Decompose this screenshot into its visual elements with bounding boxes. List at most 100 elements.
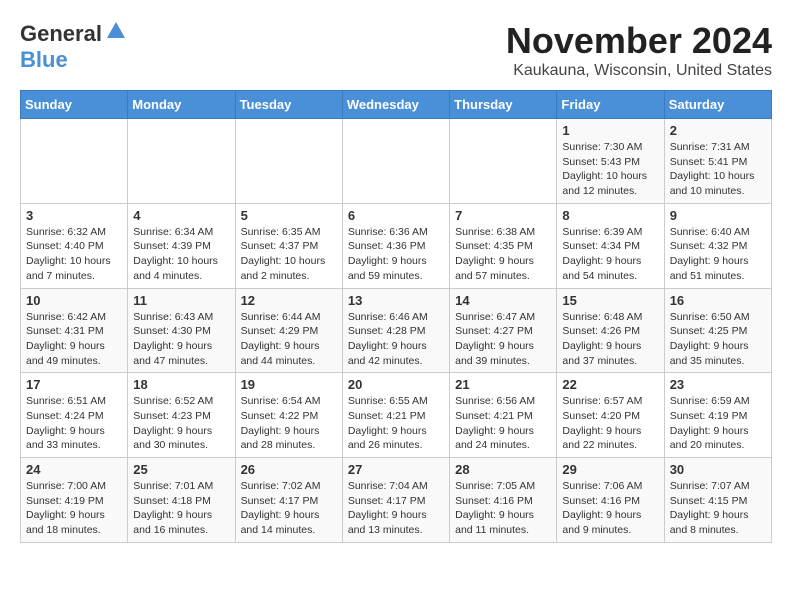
day-info: Sunrise: 6:59 AM Sunset: 4:19 PM Dayligh…	[670, 394, 766, 453]
day-number: 9	[670, 208, 766, 223]
calendar-cell: 16 Sunrise: 6:50 AM Sunset: 4:25 PM Dayli…	[664, 288, 771, 373]
calendar-cell	[342, 119, 449, 204]
day-info: Sunrise: 6:52 AM Sunset: 4:23 PM Dayligh…	[133, 394, 229, 453]
calendar-cell: 25 Sunrise: 7:01 AM Sunset: 4:18 PM Dayli…	[128, 458, 235, 543]
logo: General Blue	[20, 20, 127, 73]
day-number: 11	[133, 293, 229, 308]
calendar-cell: 23 Sunrise: 6:59 AM Sunset: 4:19 PM Dayli…	[664, 373, 771, 458]
day-number: 19	[241, 377, 337, 392]
day-number: 17	[26, 377, 122, 392]
calendar-cell: 28Sunrise: 7:05 AM Sunset: 4:16 PM Dayli…	[450, 458, 557, 543]
calendar-cell: 14 Sunrise: 6:47 AM Sunset: 4:27 PM Dayli…	[450, 288, 557, 373]
calendar-cell: 20Sunrise: 6:55 AM Sunset: 4:21 PM Dayli…	[342, 373, 449, 458]
day-info: Sunrise: 6:43 AM Sunset: 4:30 PM Dayligh…	[133, 310, 229, 369]
calendar-cell: 17 Sunrise: 6:51 AM Sunset: 4:24 PM Dayli…	[21, 373, 128, 458]
day-info: Sunrise: 6:55 AM Sunset: 4:21 PM Dayligh…	[348, 394, 444, 453]
weekday-header-thursday: Thursday	[450, 91, 557, 119]
day-info: Sunrise: 6:35 AM Sunset: 4:37 PM Dayligh…	[241, 225, 337, 284]
day-info: Sunrise: 7:31 AM Sunset: 5:41 PM Dayligh…	[670, 140, 766, 199]
calendar-cell: 12 Sunrise: 6:44 AM Sunset: 4:29 PM Dayli…	[235, 288, 342, 373]
weekday-header-monday: Monday	[128, 91, 235, 119]
weekday-header-friday: Friday	[557, 91, 664, 119]
day-info: Sunrise: 6:50 AM Sunset: 4:25 PM Dayligh…	[670, 310, 766, 369]
calendar-cell: 3 Sunrise: 6:32 AM Sunset: 4:40 PM Daylig…	[21, 203, 128, 288]
day-number: 8	[562, 208, 658, 223]
day-number: 27	[348, 462, 444, 477]
calendar-cell: 2 Sunrise: 7:31 AM Sunset: 5:41 PM Daylig…	[664, 119, 771, 204]
calendar-cell: 26Sunrise: 7:02 AM Sunset: 4:17 PM Dayli…	[235, 458, 342, 543]
day-number: 24	[26, 462, 122, 477]
day-info: Sunrise: 6:56 AM Sunset: 4:21 PM Dayligh…	[455, 394, 551, 453]
page-header: General Blue November 2024 Kaukauna, Wis…	[20, 20, 772, 80]
day-number: 14	[455, 293, 551, 308]
day-info: Sunrise: 6:36 AM Sunset: 4:36 PM Dayligh…	[348, 225, 444, 284]
day-info: Sunrise: 7:04 AM Sunset: 4:17 PM Dayligh…	[348, 479, 444, 538]
week-row-1: 1Sunrise: 7:30 AM Sunset: 5:43 PM Daylig…	[21, 119, 772, 204]
day-number: 21	[455, 377, 551, 392]
day-number: 22	[562, 377, 658, 392]
day-info: Sunrise: 6:34 AM Sunset: 4:39 PM Dayligh…	[133, 225, 229, 284]
calendar-cell	[128, 119, 235, 204]
calendar-cell: 5 Sunrise: 6:35 AM Sunset: 4:37 PM Daylig…	[235, 203, 342, 288]
weekday-header-tuesday: Tuesday	[235, 91, 342, 119]
day-number: 29	[562, 462, 658, 477]
calendar-cell: 4 Sunrise: 6:34 AM Sunset: 4:39 PM Daylig…	[128, 203, 235, 288]
day-number: 2	[670, 123, 766, 138]
calendar-cell: 27 Sunrise: 7:04 AM Sunset: 4:17 PM Dayli…	[342, 458, 449, 543]
calendar-cell: 8 Sunrise: 6:39 AM Sunset: 4:34 PM Daylig…	[557, 203, 664, 288]
calendar-cell	[21, 119, 128, 204]
day-number: 15	[562, 293, 658, 308]
day-number: 6	[348, 208, 444, 223]
day-number: 5	[241, 208, 337, 223]
calendar-cell: 29 Sunrise: 7:06 AM Sunset: 4:16 PM Dayli…	[557, 458, 664, 543]
day-info: Sunrise: 7:01 AM Sunset: 4:18 PM Dayligh…	[133, 479, 229, 538]
calendar-cell: 19 Sunrise: 6:54 AM Sunset: 4:22 PM Dayli…	[235, 373, 342, 458]
day-number: 30	[670, 462, 766, 477]
day-info: Sunrise: 6:32 AM Sunset: 4:40 PM Dayligh…	[26, 225, 122, 284]
day-number: 1	[562, 123, 658, 138]
day-info: Sunrise: 6:38 AM Sunset: 4:35 PM Dayligh…	[455, 225, 551, 284]
day-number: 25	[133, 462, 229, 477]
week-row-5: 24Sunrise: 7:00 AM Sunset: 4:19 PM Dayli…	[21, 458, 772, 543]
calendar-cell: 6 Sunrise: 6:36 AM Sunset: 4:36 PM Daylig…	[342, 203, 449, 288]
day-number: 7	[455, 208, 551, 223]
calendar-cell	[450, 119, 557, 204]
week-row-2: 3 Sunrise: 6:32 AM Sunset: 4:40 PM Daylig…	[21, 203, 772, 288]
page-title: November 2024	[506, 20, 772, 62]
calendar-cell: 24Sunrise: 7:00 AM Sunset: 4:19 PM Dayli…	[21, 458, 128, 543]
day-number: 16	[670, 293, 766, 308]
day-info: Sunrise: 7:06 AM Sunset: 4:16 PM Dayligh…	[562, 479, 658, 538]
day-number: 26	[241, 462, 337, 477]
page-subtitle: Kaukauna, Wisconsin, United States	[506, 62, 772, 80]
calendar-table: SundayMondayTuesdayWednesdayThursdayFrid…	[20, 90, 772, 543]
calendar-cell: 11 Sunrise: 6:43 AM Sunset: 4:30 PM Dayli…	[128, 288, 235, 373]
day-info: Sunrise: 7:07 AM Sunset: 4:15 PM Dayligh…	[670, 479, 766, 538]
day-info: Sunrise: 6:57 AM Sunset: 4:20 PM Dayligh…	[562, 394, 658, 453]
calendar-cell: 13Sunrise: 6:46 AM Sunset: 4:28 PM Dayli…	[342, 288, 449, 373]
day-number: 18	[133, 377, 229, 392]
day-info: Sunrise: 6:46 AM Sunset: 4:28 PM Dayligh…	[348, 310, 444, 369]
day-number: 23	[670, 377, 766, 392]
day-info: Sunrise: 6:51 AM Sunset: 4:24 PM Dayligh…	[26, 394, 122, 453]
day-info: Sunrise: 6:54 AM Sunset: 4:22 PM Dayligh…	[241, 394, 337, 453]
day-number: 12	[241, 293, 337, 308]
weekday-header-saturday: Saturday	[664, 91, 771, 119]
day-info: Sunrise: 6:39 AM Sunset: 4:34 PM Dayligh…	[562, 225, 658, 284]
calendar-cell: 21 Sunrise: 6:56 AM Sunset: 4:21 PM Dayli…	[450, 373, 557, 458]
logo-icon	[105, 20, 127, 47]
week-row-4: 17 Sunrise: 6:51 AM Sunset: 4:24 PM Dayli…	[21, 373, 772, 458]
day-info: Sunrise: 6:44 AM Sunset: 4:29 PM Dayligh…	[241, 310, 337, 369]
week-row-3: 10Sunrise: 6:42 AM Sunset: 4:31 PM Dayli…	[21, 288, 772, 373]
day-info: Sunrise: 6:48 AM Sunset: 4:26 PM Dayligh…	[562, 310, 658, 369]
calendar-cell: 10Sunrise: 6:42 AM Sunset: 4:31 PM Dayli…	[21, 288, 128, 373]
weekday-header-wednesday: Wednesday	[342, 91, 449, 119]
title-block: November 2024 Kaukauna, Wisconsin, Unite…	[506, 20, 772, 80]
day-info: Sunrise: 6:47 AM Sunset: 4:27 PM Dayligh…	[455, 310, 551, 369]
logo-general: General	[20, 21, 102, 47]
calendar-cell: 1Sunrise: 7:30 AM Sunset: 5:43 PM Daylig…	[557, 119, 664, 204]
calendar-cell: 7 Sunrise: 6:38 AM Sunset: 4:35 PM Daylig…	[450, 203, 557, 288]
day-info: Sunrise: 6:42 AM Sunset: 4:31 PM Dayligh…	[26, 310, 122, 369]
calendar-cell: 18 Sunrise: 6:52 AM Sunset: 4:23 PM Dayli…	[128, 373, 235, 458]
day-number: 3	[26, 208, 122, 223]
day-number: 4	[133, 208, 229, 223]
